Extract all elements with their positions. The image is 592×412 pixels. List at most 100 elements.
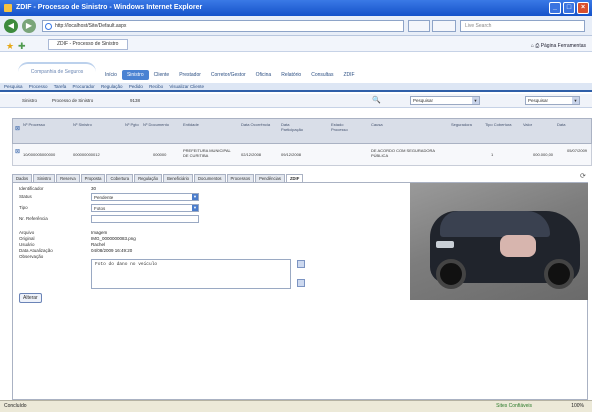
- expand-icon[interactable]: [297, 279, 305, 287]
- tab-sinistro[interactable]: Sinistro: [33, 174, 56, 182]
- filter-select-1[interactable]: Pesquisar ▼: [410, 96, 480, 105]
- tools-menu[interactable]: Ferramentas: [558, 43, 586, 49]
- filter-select-2[interactable]: Pesquisar ▼: [525, 96, 580, 105]
- favorites-bar: ★ ✚ ZDIF - Processo de Sinistro ⌂ ⎙ Pági…: [0, 36, 592, 52]
- col-header[interactable]: Data: [557, 122, 587, 127]
- browser-tab[interactable]: ZDIF - Processo de Sinistro: [48, 39, 128, 50]
- chevron-down-icon: ▼: [192, 194, 198, 200]
- observacao-textarea[interactable]: Foto do dano no veículo: [91, 259, 291, 289]
- original-link[interactable]: IMG_0000000083.png: [91, 236, 136, 241]
- home-icon[interactable]: ⌂: [531, 43, 534, 49]
- arquivo-value: Imagem: [91, 230, 108, 235]
- minimize-icon[interactable]: _: [549, 2, 561, 14]
- original-label: Original: [19, 236, 35, 241]
- observacao-label: Observação: [19, 254, 44, 259]
- cell: 09/12/2008: [281, 152, 302, 157]
- search-input[interactable]: Live Search: [460, 20, 585, 32]
- nav-consultas[interactable]: Consultas: [306, 70, 338, 80]
- alterar-button[interactable]: Alterar: [19, 293, 42, 303]
- filter-id: 9138: [130, 98, 141, 103]
- close-icon[interactable]: ×: [577, 2, 589, 14]
- col-header[interactable]: Nº Documento: [143, 122, 169, 127]
- cell: 10/000005000000: [23, 152, 56, 157]
- tab-dados[interactable]: Dados: [12, 174, 33, 182]
- tipo-select[interactable]: Fotos ▼: [91, 204, 199, 212]
- maximize-icon[interactable]: □: [563, 2, 575, 14]
- window-title: ZDIF - Processo de Sinistro - Windows In…: [16, 4, 203, 11]
- results-grid: Nº Processo Nº Sinistro Nº Pgto Nº Docum…: [12, 118, 592, 166]
- col-header[interactable]: Nº Pgto: [125, 122, 139, 127]
- subnav-item[interactable]: Visualizar Cliente: [169, 84, 204, 89]
- col-header[interactable]: Data Participação: [281, 122, 311, 132]
- zoom-level[interactable]: 100%: [571, 401, 584, 412]
- search-icon[interactable]: 🔍: [372, 96, 381, 104]
- chevron-down-icon: ▼: [572, 97, 579, 104]
- select-all-icon[interactable]: ⊠: [15, 126, 49, 132]
- ie-icon: [4, 4, 12, 12]
- nav-relatorio[interactable]: Relatório: [276, 70, 306, 80]
- subnav-item[interactable]: Regulação: [101, 84, 123, 89]
- status-select[interactable]: Pendente ▼: [91, 193, 199, 201]
- refresh-button[interactable]: [408, 20, 430, 32]
- col-header[interactable]: Data Ocorrência: [241, 122, 271, 127]
- print-icon[interactable]: ⎙: [535, 43, 539, 49]
- referencia-input[interactable]: [91, 215, 199, 223]
- cell: PREFEITURA MUNICIPAL DE CURITIBA: [183, 148, 231, 158]
- subnav-item[interactable]: Processo: [29, 84, 48, 89]
- filter-label: Sinistro: [22, 98, 38, 103]
- tab-documentos[interactable]: Documentos: [193, 174, 226, 182]
- data-label: Data Atualização: [19, 248, 53, 253]
- spellcheck-icon[interactable]: [297, 260, 305, 268]
- col-header[interactable]: Estado Processo: [331, 122, 357, 132]
- subnav-item[interactable]: Tarefa: [54, 84, 67, 89]
- filter-bar: Sinistro Processo de Sinistro 9138 🔍 Pes…: [0, 94, 592, 108]
- tab-cobertura[interactable]: Cobertura: [106, 174, 134, 182]
- row-select-icon[interactable]: ⊠: [15, 149, 20, 155]
- nav-zdif[interactable]: ZDIF: [338, 70, 359, 80]
- tab-reserva[interactable]: Reserva: [56, 174, 80, 182]
- nav-oficina[interactable]: Oficina: [251, 70, 277, 80]
- table-row[interactable]: ⊠ 10/000005000000 000000000012 000000 PR…: [12, 144, 592, 166]
- nav-inicio[interactable]: Início: [100, 70, 122, 80]
- forward-icon[interactable]: ▶: [22, 19, 36, 33]
- stop-button[interactable]: [432, 20, 456, 32]
- refresh-icon[interactable]: ⟳: [580, 172, 586, 180]
- col-header[interactable]: Tipo Cobertura: [485, 122, 515, 127]
- chevron-down-icon: ▼: [472, 97, 479, 104]
- nav-sinistro[interactable]: Sinistro: [121, 70, 149, 80]
- tab-processos[interactable]: Processos: [226, 174, 255, 182]
- nav-corretor[interactable]: Corretor/Gestor: [206, 70, 251, 80]
- page-menu[interactable]: Página: [541, 43, 557, 49]
- identificador-label: Identificador: [19, 186, 44, 191]
- col-header[interactable]: Seguradora: [451, 122, 485, 127]
- app-header: Companhia de Seguros Início Sinistro Cli…: [0, 52, 592, 92]
- nav-cliente[interactable]: Cliente: [149, 70, 175, 80]
- col-header[interactable]: Valor: [523, 122, 551, 127]
- usuario-label: Usuário: [19, 242, 35, 247]
- data-value: 04/08/2009 16:49:20: [91, 248, 133, 253]
- col-header[interactable]: Nº Sinistro: [73, 122, 107, 127]
- cell: 05/07/2009: [567, 148, 588, 153]
- cell: DE ACORDO COM SEGURADORA PÚBLICA: [371, 148, 435, 158]
- chevron-down-icon: ▼: [192, 205, 198, 211]
- main-nav: Início Sinistro Cliente Prestador Corret…: [100, 70, 360, 80]
- back-icon[interactable]: ◀: [4, 19, 18, 33]
- arquivo-label: Arquivo: [19, 230, 35, 235]
- tab-beneficiario[interactable]: Beneficiário: [163, 174, 193, 182]
- tab-zdif[interactable]: ZDIF: [285, 174, 304, 182]
- col-header[interactable]: Causa: [371, 122, 405, 127]
- tab-regulacao[interactable]: Regulação: [134, 174, 163, 182]
- tab-pendencias[interactable]: Pendências: [255, 174, 285, 182]
- url-input[interactable]: http://localhost/Site/Default.aspx: [42, 20, 404, 32]
- nav-prestador[interactable]: Prestador: [174, 70, 206, 80]
- window-titlebar: ZDIF - Processo de Sinistro - Windows In…: [0, 0, 592, 16]
- subnav-item[interactable]: Procurador: [73, 84, 95, 89]
- usuario-value: Rachel: [91, 242, 106, 247]
- col-header[interactable]: Entidade: [183, 122, 217, 127]
- subnav-item[interactable]: Recibo: [149, 84, 163, 89]
- subnav-item[interactable]: Pesquisa: [4, 84, 23, 89]
- tab-proposta[interactable]: Proposta: [80, 174, 106, 182]
- tipo-label: Tipo: [19, 205, 28, 210]
- subnav-item[interactable]: Pedido: [129, 84, 143, 89]
- identificador-value: 30: [91, 186, 97, 191]
